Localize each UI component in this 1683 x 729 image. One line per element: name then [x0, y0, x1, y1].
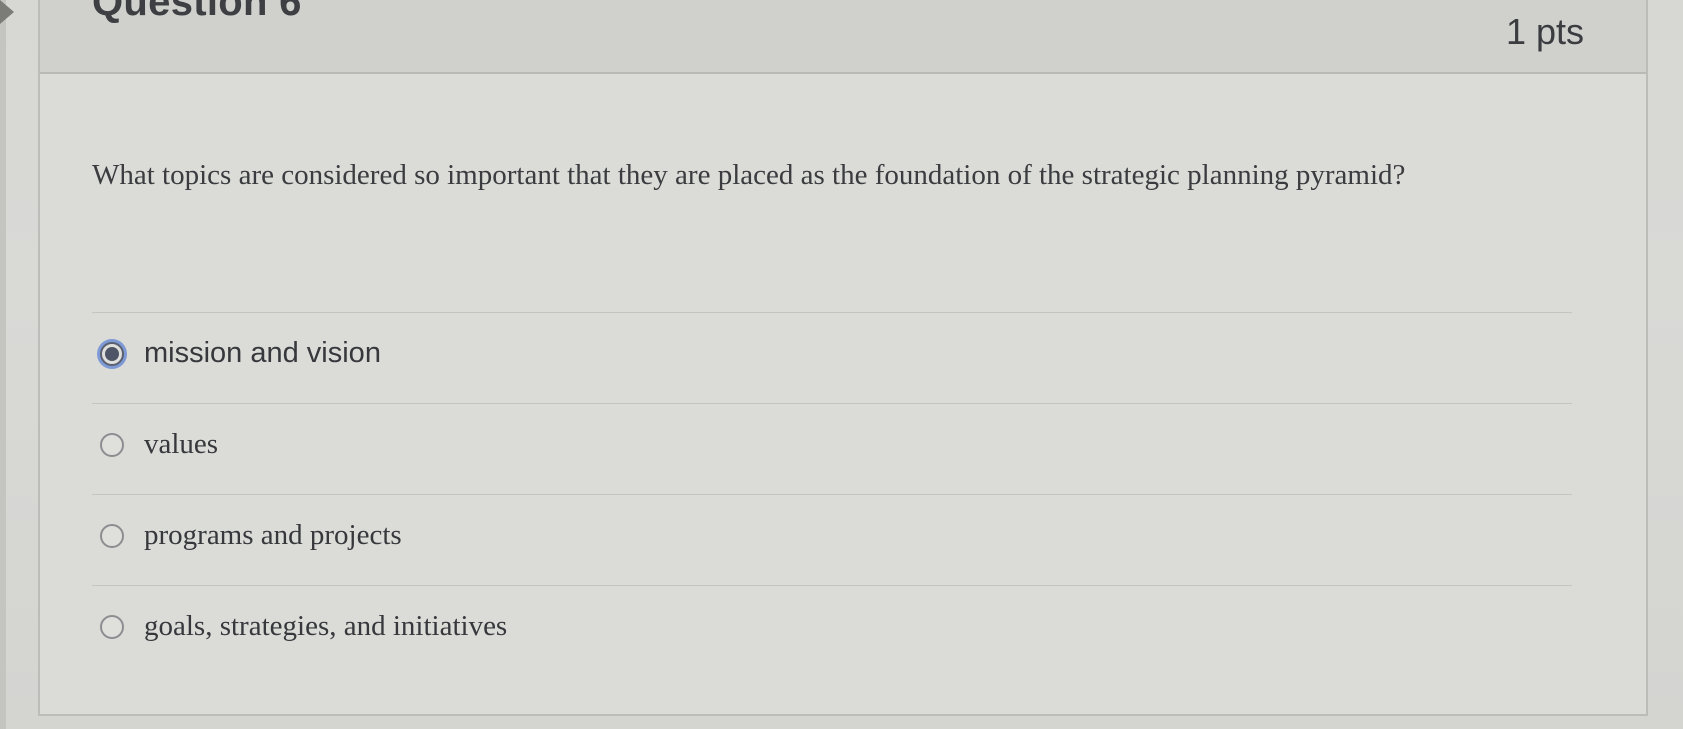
radio-icon[interactable] — [100, 524, 124, 548]
answer-label: mission and vision — [144, 337, 381, 369]
collapse-arrow-icon[interactable] — [0, 0, 14, 24]
radio-icon[interactable] — [100, 433, 124, 457]
answer-option-goals-strategies-initiatives[interactable]: goals, strategies, and initiatives — [92, 585, 1572, 676]
answer-label: programs and projects — [144, 519, 402, 551]
answer-option-values[interactable]: values — [92, 403, 1572, 494]
radio-icon[interactable] — [100, 615, 124, 639]
question-points: 1 pts — [1505, 11, 1584, 52]
radio-selected-icon[interactable] — [100, 342, 124, 366]
answer-option-mission-and-vision[interactable]: mission and vision — [92, 312, 1572, 403]
question-header: Question 6 1 pts — [40, 0, 1646, 74]
question-text: What topics are considered so important … — [92, 159, 1406, 191]
answer-option-programs-and-projects[interactable]: programs and projects — [92, 494, 1572, 585]
question-title: Question 6 — [92, 0, 302, 24]
answer-label: goals, strategies, and initiatives — [144, 610, 508, 642]
quiz-page: Question 6 1 pts What topics are conside… — [0, 0, 1683, 729]
answer-label: values — [144, 428, 219, 460]
left-edge — [0, 0, 6, 729]
question-card: Question 6 1 pts What topics are conside… — [38, 0, 1648, 716]
answer-list: mission and vision values programs and p… — [92, 312, 1572, 676]
